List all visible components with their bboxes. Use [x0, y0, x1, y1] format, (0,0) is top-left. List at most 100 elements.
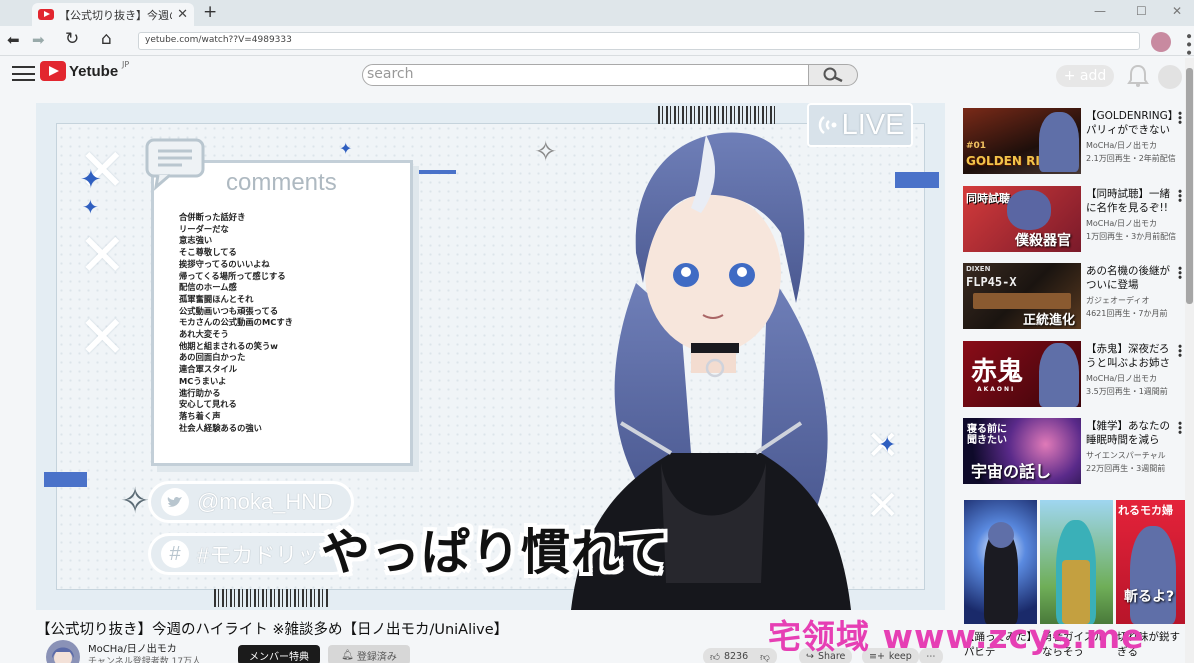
decorative-cross-icon: ✕: [78, 221, 127, 289]
comment-line: MCうまいよ: [179, 375, 227, 386]
like-count: 8236: [723, 651, 749, 662]
decorative-barcode: [658, 106, 778, 124]
logo-play-icon: [40, 61, 66, 81]
subscribed-button[interactable]: 🔔︎ 登録済み: [328, 645, 410, 663]
membership-button[interactable]: メンバー特典: [238, 645, 320, 663]
subscribed-label: 登録済み: [356, 651, 397, 663]
site-logo[interactable]: Yetube: [40, 61, 118, 81]
window-close-icon[interactable]: ✕: [1172, 4, 1182, 18]
comments-panel: comments 合併断った話好き リーダーだな 意志強い そこ尊敬してる 挨拶守ってる…: [151, 160, 413, 466]
hashtag-text: #モカドリッ: [197, 543, 320, 568]
video-thumbnail[interactable]: 寝る前に聞きたい 宇宙の話し: [963, 418, 1081, 484]
decorative-cross-icon: ✕: [78, 303, 127, 371]
scrollbar-thumb[interactable]: [1186, 68, 1193, 304]
recommendation-item[interactable]: DIXEN FLP45-X 正統進化 あの名機の後継がついに登場 ガジェオーディ…: [963, 263, 1186, 329]
forward-arrow-icon[interactable]: ➡: [32, 31, 45, 49]
browser-tab[interactable]: 【公式切り抜き】今週の ✕: [32, 3, 194, 26]
recommendation-item[interactable]: 寝る前に聞きたい 宇宙の話し 【雑学】あなたの睡眠時間を減ら サイエンスパーチャ…: [963, 418, 1186, 484]
comment-line: あれ大変そう: [179, 329, 229, 340]
like-button[interactable]: 👍︎ 8236 👎︎: [703, 648, 777, 663]
recommendation-item[interactable]: #01 GOLDEN RING 【GOLDENRING】パリィができない MoC…: [963, 108, 1186, 174]
thumbs-up-icon: 👍︎: [710, 651, 720, 663]
minimize-icon[interactable]: —: [1094, 4, 1106, 18]
chat-bubble-icon: [145, 138, 205, 191]
reload-icon[interactable]: ↻: [65, 29, 79, 49]
browser-menu-icon[interactable]: •••: [1180, 32, 1194, 57]
short-thumbnail[interactable]: れるモカ婦 斬るよ?: [1116, 500, 1189, 624]
url-input[interactable]: yetube.com/watch??V=4989333: [138, 32, 1140, 50]
watermark-text: 宅领域 www.zcys.me: [768, 617, 1145, 656]
recommendation-meta: 4621回再生・7か月前: [1086, 309, 1168, 318]
channel-name[interactable]: MoCHa/日ノ出モカ: [88, 640, 177, 655]
comment-line: 進行助かる: [179, 387, 221, 398]
thumbnail-text: 宇宙の話し: [971, 462, 1052, 481]
recommendation-channel: MoCHa/日ノ出モカ: [1086, 141, 1157, 150]
video-thumbnail[interactable]: 同時試聴 僕殺器官: [963, 186, 1081, 252]
channel-avatar[interactable]: [46, 640, 80, 663]
thumbnail-sub-text: 斬るよ?: [1124, 589, 1175, 605]
thumbnail-badge: FLP45-X: [966, 275, 1017, 289]
search-input[interactable]: search: [362, 64, 809, 86]
recommendation-meta: 3.5万回再生・1週間前: [1086, 387, 1168, 396]
comment-line: 公式動画いつも頑張ってる: [179, 305, 279, 316]
recommendation-item[interactable]: 赤鬼 AKAONI 【赤鬼】深夜だろうと叫ぶよお姉さ MoCHa/日ノ出モカ 3…: [963, 341, 1186, 407]
recommendation-channel: ガジェオーディオ: [1086, 296, 1150, 305]
comment-line: 合併断った話好き: [179, 212, 246, 222]
bell-icon[interactable]: [1127, 64, 1149, 88]
thumbnail-badge: 同時試聴: [966, 192, 1010, 205]
accent-bar: [895, 172, 939, 188]
back-arrow-icon[interactable]: ⬅: [7, 31, 20, 49]
recommendation-item[interactable]: 同時試聴 僕殺器官 【同時試聴】一緒に名作を見るぞ!! MoCHa/日ノ出モカ …: [963, 186, 1186, 252]
close-tab-icon[interactable]: ✕: [177, 7, 188, 22]
comment-line: 連合軍スタイル: [179, 364, 238, 375]
thumbnail-text: れるモカ婦: [1118, 504, 1173, 517]
video-thumbnail[interactable]: 赤鬼 AKAONI: [963, 341, 1081, 407]
comment-line: 帰ってくる場所って感じする: [179, 270, 286, 281]
sparkle-star-icon: ✦: [339, 139, 353, 158]
sparkle-star-icon: ✧: [120, 481, 151, 522]
recommendation-title[interactable]: 【GOLDENRING】パリィができない: [1086, 109, 1174, 137]
comments-list: 合併断った話好き リーダーだな 意志強い そこ尊敬してる 挨拶守ってるのいいよね 帰ってく…: [179, 212, 293, 434]
video-thumbnail[interactable]: #01 GOLDEN RING: [963, 108, 1081, 174]
caption-subtitle: やっぱり慣れて: [321, 524, 670, 581]
comment-line: 配信のホーム感: [179, 282, 237, 293]
region-label: JP: [122, 60, 130, 69]
recommendation-meta: 2.1万回再生・2年前配信: [1086, 154, 1176, 163]
bell-icon: 🔔︎: [341, 649, 354, 661]
page-scrollbar[interactable]: [1185, 58, 1194, 663]
video-thumbnail[interactable]: DIXEN FLP45-X 正統進化: [963, 263, 1081, 329]
accent-bar: [44, 472, 87, 487]
add-button[interactable]: + add: [1056, 65, 1114, 87]
comment-line: 他期と組まされるの笑うw: [179, 340, 278, 351]
recommendation-title[interactable]: あの名機の後継がついに登場: [1086, 264, 1174, 292]
maximize-icon[interactable]: ☐: [1136, 4, 1147, 18]
comment-line: そこ尊敬してる: [179, 247, 237, 258]
youtube-favicon-icon: [38, 9, 54, 20]
comment-line: 安心して見れる: [179, 399, 237, 410]
recommendation-channel: MoCHa/日ノ出モカ: [1086, 219, 1157, 228]
comments-title: comments: [226, 169, 337, 196]
hashtag-icon: #: [161, 540, 189, 568]
new-tab-button[interactable]: +: [203, 2, 217, 22]
thumbnail-text: 僕殺器官: [1015, 233, 1071, 249]
recommendation-title[interactable]: 【雑学】あなたの睡眠時間を減ら: [1086, 419, 1174, 447]
sparkle-star-icon: ✦: [82, 195, 99, 219]
home-icon[interactable]: ⌂: [101, 29, 112, 49]
address-bar-area: ⬅ ➡ ↻ ⌂ yetube.com/watch??V=4989333 •••: [0, 26, 1194, 57]
thumbnail-brand: DIXEN: [966, 265, 991, 273]
user-avatar[interactable]: [1158, 65, 1182, 89]
tab-title: 【公式切り抜き】今週の: [59, 8, 173, 22]
recommendation-title[interactable]: 【同時試聴】一緒に名作を見るぞ!!: [1086, 187, 1174, 215]
search-icon: [823, 67, 843, 83]
comment-line: 落ち着く声: [179, 410, 221, 421]
short-thumbnail[interactable]: [1040, 500, 1113, 624]
thumbnail-badge: #01: [966, 141, 987, 151]
recommendation-title[interactable]: 【赤鬼】深夜だろうと叫ぶよお姉さ: [1086, 342, 1174, 370]
profile-avatar-icon[interactable]: [1151, 32, 1171, 52]
hamburger-menu-icon[interactable]: [12, 66, 35, 81]
short-thumbnail[interactable]: [964, 500, 1037, 624]
video-player[interactable]: ✕ ✕ ✕ ✕ ✕ ✦ ✦ ✦ ✧ ✦ ✧ LIVE comments 合併断っ…: [36, 103, 945, 610]
recommendation-channel: MoCHa/日ノ出モカ: [1086, 374, 1157, 383]
thumbnail-text: 赤鬼: [971, 357, 1024, 387]
search-button[interactable]: [808, 64, 858, 86]
